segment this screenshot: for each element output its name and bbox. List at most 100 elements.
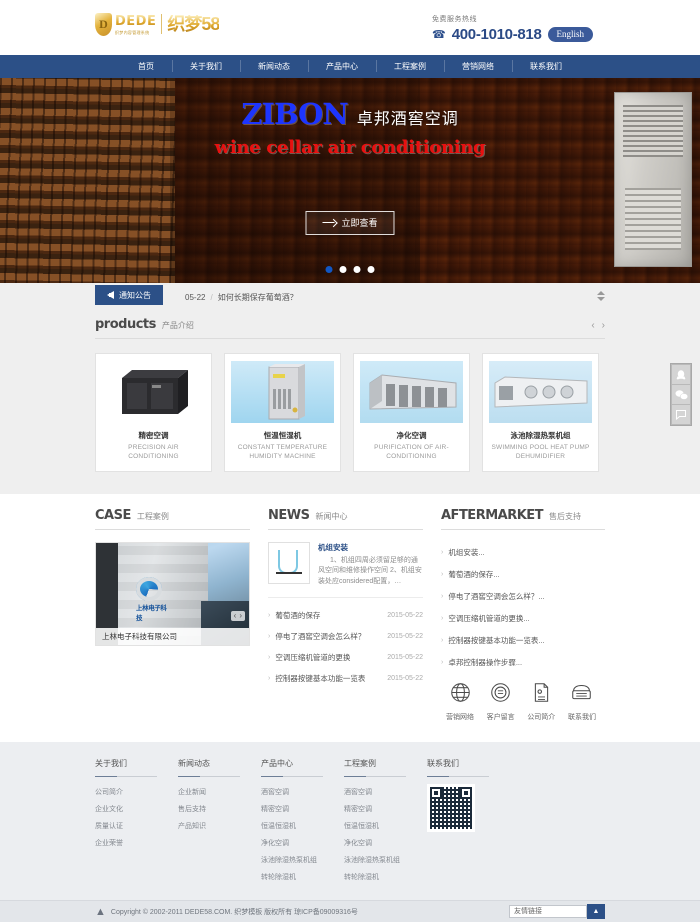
notice-text[interactable]: 如何长期保存葡萄酒？ (218, 292, 298, 303)
footer-link[interactable]: 产品知识 (178, 818, 261, 835)
footer-column-contact: 联系我们 (427, 758, 537, 886)
notice-separator: / (210, 292, 213, 302)
footer-link[interactable]: 精密空调 (261, 801, 344, 818)
banner-dot-2[interactable] (339, 266, 347, 273)
footer-link[interactable]: 企业文化 (95, 801, 178, 818)
footer-divider (344, 775, 406, 777)
friendly-links-go-button[interactable]: ▲ (587, 904, 605, 920)
nav-item-about[interactable]: 关于我们 (172, 55, 240, 78)
page-root: D DEDE 织梦内容管理系统 织梦58 免费服务热线 ☎ 400-1010-8… (0, 0, 700, 922)
aftermarket-list-item[interactable]: › 停电了酒窖空调会怎么样？... (441, 586, 601, 608)
site-logo[interactable]: D DEDE 织梦内容管理系统 织梦58 (95, 12, 220, 36)
friendly-links-box: 友情链接 ▲ (509, 904, 605, 920)
news-featured-title[interactable]: 机组安装 (318, 542, 423, 553)
qq-penguin-icon[interactable] (672, 365, 690, 384)
footer-link[interactable]: 转轮除湿机 (261, 869, 344, 886)
nav-item-contact[interactable]: 联系我们 (512, 55, 580, 78)
footer-link[interactable]: 企业荣誉 (95, 835, 178, 852)
footer-link[interactable]: 精密空调 (344, 801, 427, 818)
news-featured[interactable]: 机组安装 1、机组四周必须留足够的通风空间和维修操作空间 2、机组安装处应con… (268, 541, 423, 599)
product-name-en: PRECISION AIR CONDITIONING (128, 444, 179, 460)
product-card[interactable]: 精密空调 PRECISION AIR CONDITIONING (95, 353, 212, 472)
nav-item-news[interactable]: 新闻动态 (240, 55, 308, 78)
language-switch-button[interactable]: English (547, 27, 594, 42)
footer-link[interactable]: 转轮除湿机 (344, 869, 427, 886)
nav-item-home[interactable]: 首页 (120, 55, 172, 78)
next-arrow-icon[interactable]: › (602, 321, 605, 331)
case-title-en: CASE (95, 507, 131, 523)
news-list-item[interactable]: › 空调压缩机管道的更换 2015-05-22 (268, 647, 423, 668)
footer-link[interactable]: 企业新闻 (178, 784, 261, 801)
news-item-date: 2015-05-22 (387, 675, 423, 683)
footer-link[interactable]: 酒窖空调 (344, 784, 427, 801)
banner-dot-3[interactable] (353, 266, 361, 273)
bullet-icon: › (268, 654, 271, 662)
products-title-cn: 产品介绍 (161, 321, 194, 330)
footer-link[interactable]: 恒温恒湿机 (344, 818, 427, 835)
nav-item-network[interactable]: 营销网络 (444, 55, 512, 78)
footer-link[interactable]: 净化空调 (344, 835, 427, 852)
footer-link[interactable]: 酒窖空调 (261, 784, 344, 801)
bullet-icon: › (441, 659, 444, 667)
humidity-machine-icon (268, 364, 305, 420)
quick-link-company[interactable]: 公司简介 (522, 682, 560, 722)
logo-cn-text: 织梦58 (167, 14, 220, 34)
footer-link[interactable]: 售后支持 (178, 801, 261, 818)
product-image (489, 361, 592, 423)
banner-dot-4[interactable] (367, 266, 375, 273)
news-list-item[interactable]: › 控制器按键基本功能一览表 2015-05-22 (268, 668, 423, 689)
megaphone-icon (107, 291, 114, 299)
telephone-icon (563, 682, 601, 707)
hotline-label: 免费服务热线 (432, 16, 477, 23)
footer-link[interactable]: 泳池除湿热泵机组 (344, 852, 427, 869)
banner-text-block: ZIBON 卓邦酒窖空调 wine cellar air conditionin… (0, 100, 700, 159)
footer-link[interactable]: 恒温恒湿机 (261, 818, 344, 835)
quick-link-network[interactable]: 营销网络 (441, 682, 479, 722)
banner-dot-1[interactable] (325, 266, 333, 273)
footer-link[interactable]: 公司简介 (95, 784, 178, 801)
nav-item-products[interactable]: 产品中心 (308, 55, 376, 78)
aftermarket-list-item[interactable]: › 葡萄酒的保存... (441, 564, 601, 586)
banner-cta-button[interactable]: 立即查看 (305, 211, 395, 235)
banner-cta-label: 立即查看 (341, 218, 378, 228)
news-list-item[interactable]: › 停电了酒窖空调会怎么样？ 2015-05-22 (268, 626, 423, 647)
chevron-down-icon[interactable] (597, 297, 605, 301)
footer-heading: 新闻动态 (178, 758, 210, 768)
nav-item-cases[interactable]: 工程案例 (376, 55, 444, 78)
aftermarket-item-title: 停电了酒窖空调会怎么样？... (448, 592, 545, 602)
quick-link-message[interactable]: 客户留言 (482, 682, 520, 722)
swirl-logo-icon (136, 576, 162, 601)
bullet-icon: › (268, 675, 271, 683)
prev-arrow-icon[interactable]: ‹ (591, 321, 594, 331)
footer-link[interactable]: 泳池除湿热泵机组 (261, 852, 344, 869)
notice-scroll-controls[interactable] (597, 291, 605, 301)
logo-dede-wordmark: DEDE 织梦内容管理系统 (115, 12, 156, 36)
chevron-up-icon[interactable] (597, 291, 605, 295)
case-photo[interactable]: 上林电子科技 ‹ › 上林电子科技有限公司 (95, 541, 250, 646)
hero-banner[interactable]: ZIBON 卓邦酒窖空调 wine cellar air conditionin… (0, 78, 700, 283)
products-carousel-controls: ‹ › (591, 321, 605, 331)
aftermarket-list-item[interactable]: › 机组安装... (441, 542, 601, 564)
case-prev-icon[interactable]: ‹ (234, 611, 237, 620)
wechat-icon[interactable] (672, 385, 690, 404)
aftermarket-list-item[interactable]: › 控制器按键基本功能一览表... (441, 630, 601, 652)
message-icon[interactable] (672, 405, 690, 424)
footer-link[interactable]: 质量认证 (95, 818, 178, 835)
bullet-icon: › (441, 593, 444, 601)
quick-link-contact[interactable]: 联系我们 (563, 682, 601, 722)
product-card[interactable]: 净化空调 PURIFICATION OF AIR-CONDITIONING (353, 353, 470, 472)
products-title-en: products (95, 317, 156, 332)
product-card[interactable]: 泳池除湿热泵机组 SWIMMING POOL HEAT PUMP DEHUMID… (482, 353, 599, 472)
news-list-item[interactable]: › 葡萄酒的保存 2015-05-22 (268, 605, 423, 626)
footer-heading: 工程案例 (344, 758, 376, 768)
product-card[interactable]: 恒温恒湿机 CONSTANT TEMPERATURE HUMIDITY MACH… (224, 353, 341, 472)
footer-link[interactable]: 净化空调 (261, 835, 344, 852)
aftermarket-list-item[interactable]: › 卓邦控制器操作步骤... (441, 652, 601, 674)
bullet-icon: › (441, 549, 444, 557)
case-next-icon[interactable]: › (239, 611, 242, 620)
friendly-links-select[interactable]: 友情链接 (509, 905, 587, 919)
banner-dots (325, 266, 375, 273)
bullet-icon: › (268, 612, 271, 620)
notice-tag[interactable]: 通知公告 (95, 285, 163, 305)
aftermarket-list-item[interactable]: › 空调压缩机管道的更换... (441, 608, 601, 630)
